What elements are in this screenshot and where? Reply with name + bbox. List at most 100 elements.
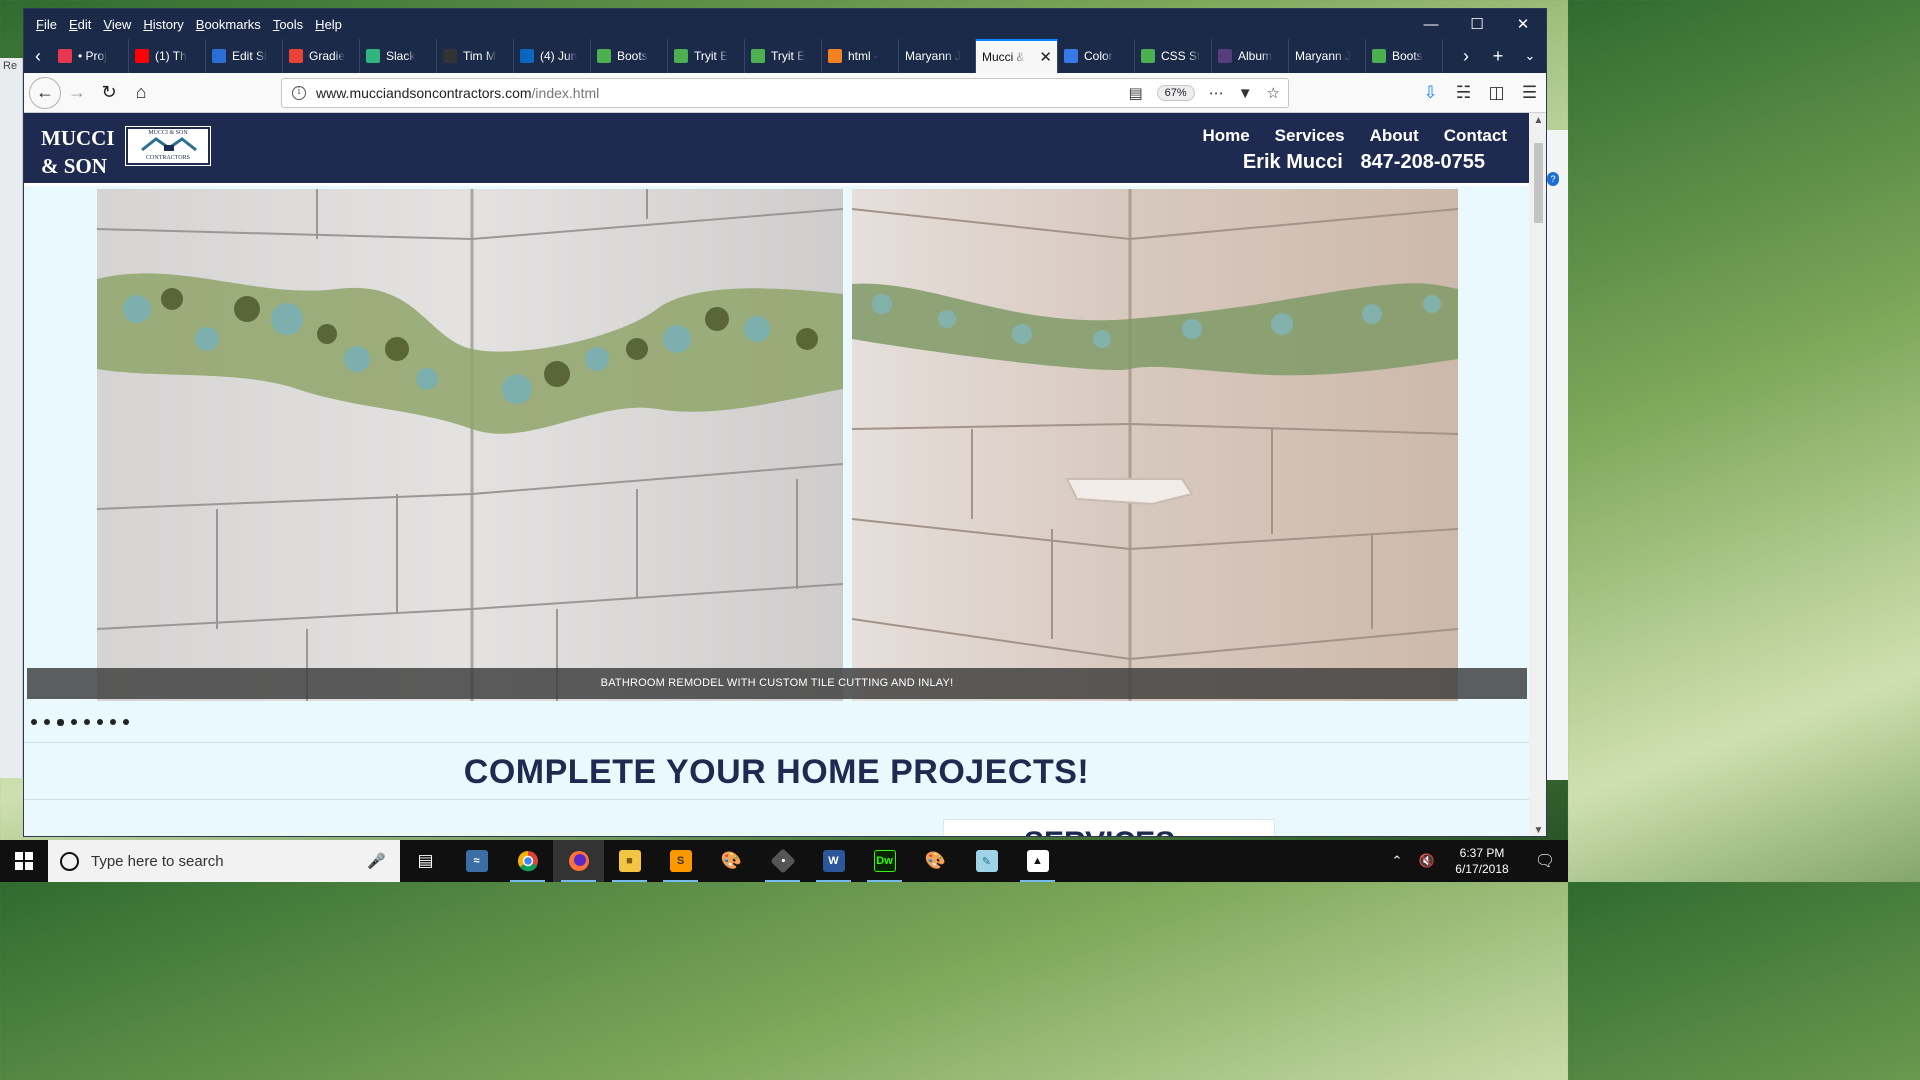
tab[interactable]: Maryann J [899, 39, 976, 73]
nav-services-link[interactable]: Services [1275, 126, 1345, 146]
menu-edit[interactable]: Edit [63, 17, 97, 32]
tab-label: Tryit E [694, 49, 729, 63]
bookmark-star-icon[interactable]: ☆ [1267, 84, 1280, 102]
downloads-icon[interactable]: ⇩ [1414, 83, 1447, 103]
minimize-button[interactable]: — [1408, 9, 1454, 39]
scroll-thumb[interactable] [1534, 143, 1543, 223]
w3-icon [597, 49, 611, 63]
carousel-dot[interactable] [84, 719, 90, 725]
reader-view-icon[interactable]: ▤ [1128, 84, 1142, 102]
maximize-button[interactable]: ☐ [1454, 9, 1500, 39]
tab[interactable]: Gradie [283, 39, 360, 73]
menu-view[interactable]: View [97, 17, 137, 32]
tab[interactable]: html - [822, 39, 899, 73]
tab[interactable]: Slack [360, 39, 437, 73]
list-all-tabs-icon[interactable]: ⌄ [1514, 48, 1546, 64]
scroll-tabs-right-icon[interactable]: › [1450, 46, 1482, 67]
carousel-dot[interactable] [97, 719, 103, 725]
tab[interactable]: Tim M [437, 39, 514, 73]
menu-bookmarks[interactable]: Bookmarks [190, 17, 267, 32]
page-actions-icon[interactable]: ⋯ [1209, 84, 1224, 102]
back-button[interactable]: ← [29, 76, 61, 109]
carousel-dot[interactable] [44, 719, 50, 725]
scroll-down-arrow-icon[interactable]: ▼ [1529, 825, 1546, 836]
task-view-icon[interactable]: ▤ [400, 840, 451, 882]
paint-3d-icon[interactable]: 🎨 [910, 840, 961, 882]
taskbar-search-box[interactable]: Type here to search 🎤 [48, 840, 400, 882]
git-icon[interactable]: • [757, 840, 808, 882]
paint-icon[interactable]: 🎨 [706, 840, 757, 882]
menu-help[interactable]: Help [309, 17, 348, 32]
action-center-icon[interactable]: 🗨 [1522, 851, 1568, 871]
show-hidden-icons-icon[interactable]: ⌃ [1382, 853, 1412, 869]
tab[interactable]: • Proj [52, 39, 129, 73]
notes-app-icon[interactable]: ✎ [961, 840, 1012, 882]
tab-label: Gradie [309, 49, 346, 63]
tab[interactable]: Maryann J [1289, 39, 1366, 73]
tab[interactable]: Boots [591, 39, 668, 73]
logo-badge[interactable]: MUCCI & SON CONTRACTORS [125, 126, 211, 166]
tab[interactable]: (1) Th [129, 39, 206, 73]
menu-tools[interactable]: Tools [267, 17, 309, 32]
contact-phone[interactable]: 847-208-0755 [1360, 151, 1485, 173]
carousel-dot[interactable] [31, 719, 37, 725]
close-tab-icon[interactable]: ✕ [1039, 48, 1052, 66]
toolbar-right: ⇩ ☵ ◫ ☰ [1414, 73, 1546, 113]
mysql-workbench-icon[interactable]: ≈ [451, 840, 502, 882]
tab[interactable]: Tryit E [668, 39, 745, 73]
site-logo-text[interactable]: MUCCI & SON [41, 124, 115, 180]
page-viewport: MUCCI & SON MUCCI & SON CONTRACTORS Home… [24, 113, 1529, 836]
forward-button[interactable]: → [61, 77, 93, 109]
home-button[interactable]: ⌂ [125, 77, 157, 109]
tab[interactable]: (4) Jun [514, 39, 591, 73]
file-explorer-icon[interactable]: ■ [604, 840, 655, 882]
nav-about-link[interactable]: About [1370, 126, 1419, 146]
scroll-up-arrow-icon[interactable]: ▲ [1529, 115, 1546, 126]
sublime-text-icon[interactable]: S [655, 840, 706, 882]
scroll-tabs-left-icon[interactable]: ‹ [24, 39, 52, 73]
reload-button[interactable]: ↻ [93, 77, 125, 109]
close-window-button[interactable]: ✕ [1500, 9, 1546, 39]
tab[interactable]: Tryit E [745, 39, 822, 73]
bootstrap-icon [1218, 49, 1232, 63]
menu-history[interactable]: History [137, 17, 189, 32]
carousel-dot[interactable] [71, 719, 77, 725]
dreamweaver-icon[interactable]: Dw [859, 840, 910, 882]
firefox-icon[interactable] [553, 840, 604, 882]
hamburger-menu-icon[interactable]: ☰ [1513, 83, 1546, 103]
services-heading: SERVICES [1024, 826, 1175, 836]
tab[interactable]: Color [1058, 39, 1135, 73]
volume-muted-icon[interactable]: 🔇 [1412, 853, 1442, 869]
menu-file[interactable]: File [30, 17, 63, 32]
page-scrollbar[interactable]: ▲ ▼ [1529, 113, 1546, 836]
tab-tools: › + ⌄ [1450, 39, 1546, 73]
start-button[interactable] [0, 840, 48, 882]
carousel-dot[interactable] [110, 719, 116, 725]
pocket-icon[interactable]: ▼ [1238, 85, 1253, 102]
menu-bar: File Edit View History Bookmarks Tools H… [24, 17, 348, 32]
sidebar-icon[interactable]: ◫ [1480, 83, 1513, 103]
clock[interactable]: 6:37 PM 6/17/2018 [1442, 845, 1522, 877]
microphone-icon[interactable]: 🎤 [367, 852, 386, 870]
nav-home-link[interactable]: Home [1202, 126, 1249, 146]
carousel-dot[interactable] [57, 719, 64, 726]
nav-contact-link[interactable]: Contact [1444, 126, 1507, 146]
new-tab-icon[interactable]: + [1482, 46, 1514, 67]
tab[interactable]: Edit Sl [206, 39, 283, 73]
carousel-dot[interactable] [123, 719, 129, 725]
url-bar[interactable]: i www.mucciandsoncontractors.com /index.… [281, 78, 1289, 108]
word-icon[interactable]: W [808, 840, 859, 882]
chrome-icon[interactable] [502, 840, 553, 882]
zoom-indicator[interactable]: 67% [1156, 85, 1195, 101]
url-host: www.mucciandsoncontractors.com [316, 85, 532, 101]
tab[interactable]: Album [1212, 39, 1289, 73]
tab-active[interactable]: Mucci & ✕ [976, 39, 1058, 73]
chrome-logo [517, 851, 538, 872]
image-carousel[interactable]: BATHROOM REMODEL WITH CUSTOM TILE CUTTIN… [27, 189, 1527, 701]
tab[interactable]: CSS St [1135, 39, 1212, 73]
site-info-icon[interactable]: i [292, 86, 306, 100]
library-icon[interactable]: ☵ [1447, 83, 1480, 103]
tab-label: Mucci & [982, 50, 1025, 64]
photos-icon[interactable]: ▲ [1012, 840, 1063, 882]
tab[interactable]: Boots [1366, 39, 1443, 73]
